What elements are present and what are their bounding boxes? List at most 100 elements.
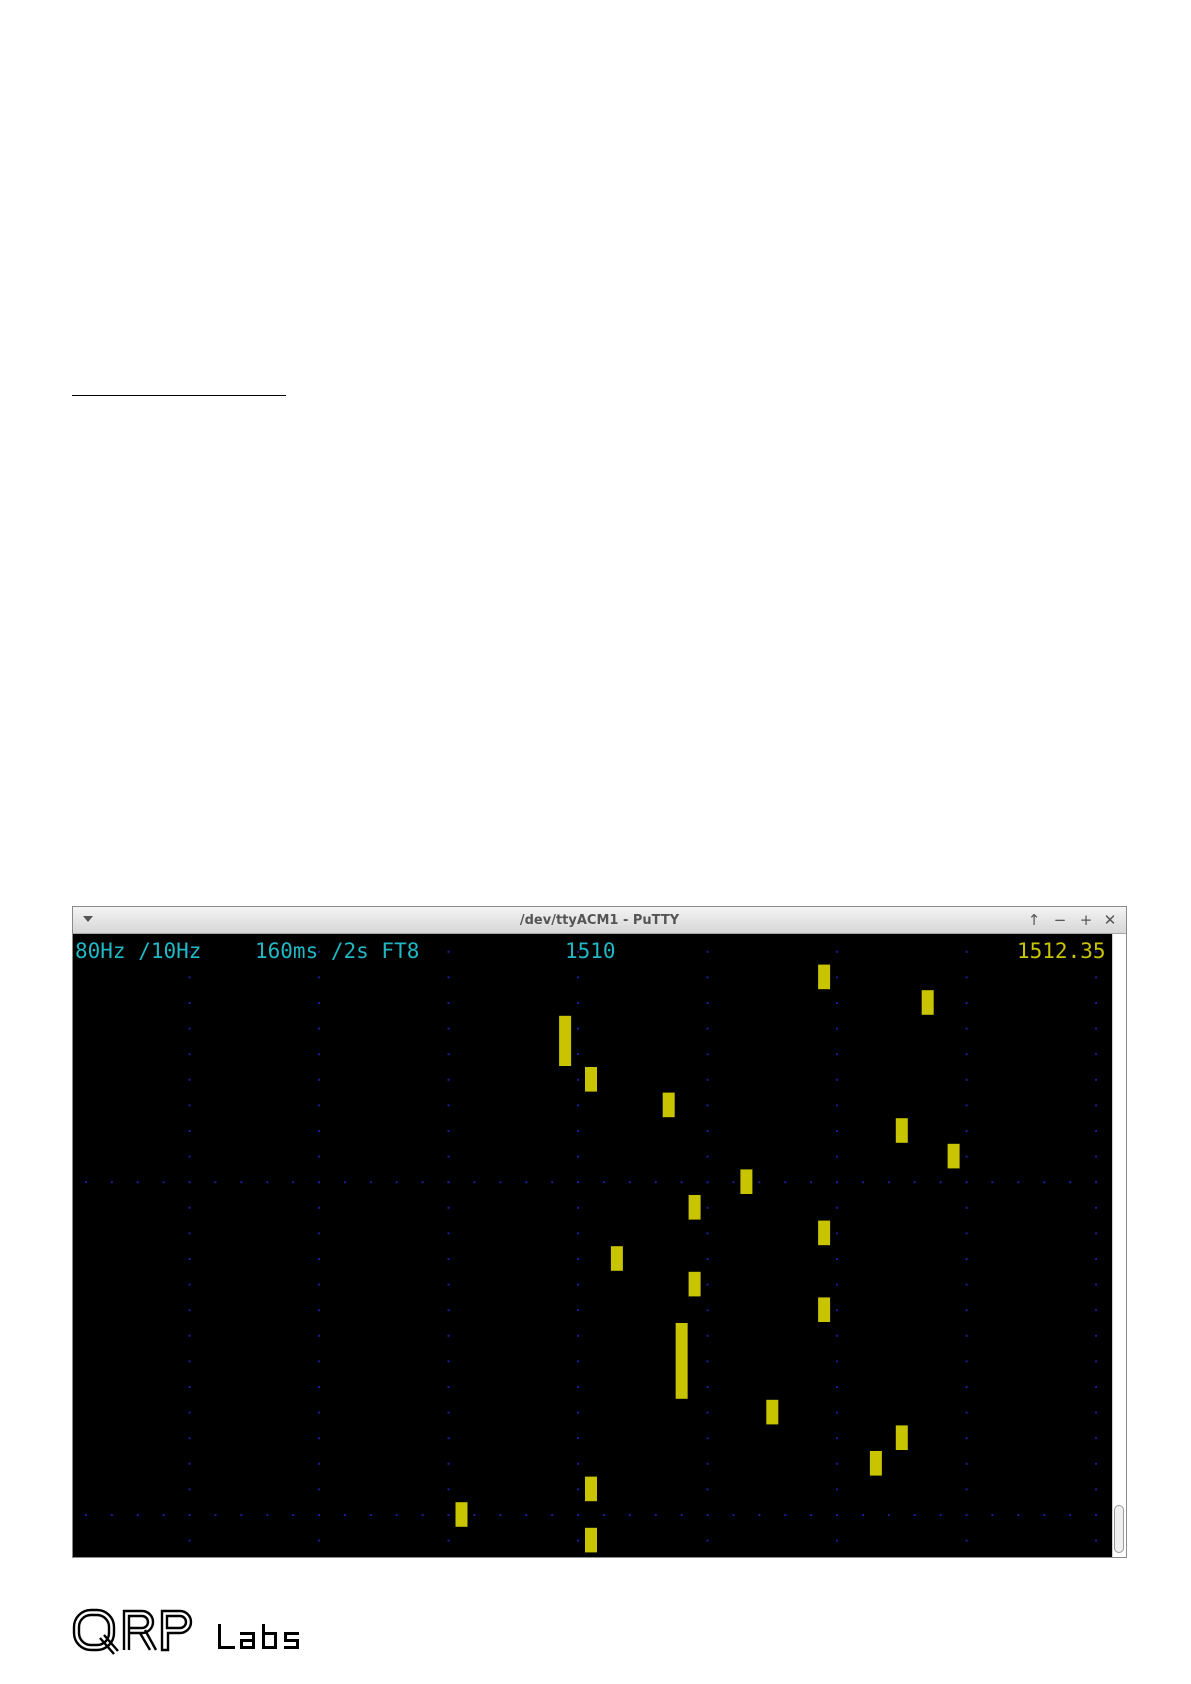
grid-dot xyxy=(836,1283,839,1286)
grid-dot xyxy=(628,1181,631,1184)
grid-dot xyxy=(1069,1514,1072,1516)
grid-dot xyxy=(1095,1386,1098,1388)
signal-block xyxy=(610,1246,623,1271)
grid-dot xyxy=(447,1283,450,1286)
signal-block xyxy=(662,1092,675,1118)
grid-dot xyxy=(836,1258,839,1260)
signal-block xyxy=(675,1323,688,1399)
terminal-screen[interactable]: 80Hz /10Hz 160ms /2s FT8 1510 1512.35 xyxy=(73,934,1113,1557)
grid-dot xyxy=(965,1411,968,1414)
grid-dot xyxy=(836,1462,839,1465)
grid-dot xyxy=(318,1283,321,1286)
grid-dot xyxy=(318,1258,321,1260)
grid-dot xyxy=(836,1539,839,1542)
grid-dot xyxy=(836,1488,839,1491)
grid-dot xyxy=(732,1181,735,1184)
grid-dot xyxy=(447,1181,450,1184)
grid-dot xyxy=(292,1181,295,1184)
grid-dot xyxy=(706,1181,709,1184)
grid-dot xyxy=(706,1334,709,1337)
grid-dot xyxy=(447,1539,450,1542)
grid-dot xyxy=(784,1181,787,1184)
putty-terminal-window[interactable]: /dev/ttyACM1 - PuTTY ↑ − + ✕ 80Hz /10Hz … xyxy=(72,906,1127,1558)
grid-dot xyxy=(1095,1181,1098,1184)
grid-dot xyxy=(1095,1411,1098,1414)
grid-dot xyxy=(628,1514,631,1516)
grid-dot xyxy=(318,1539,321,1542)
grid-dot xyxy=(836,1386,839,1388)
grid-dot xyxy=(110,1514,113,1516)
grid-dot xyxy=(240,1514,243,1516)
grid-dot xyxy=(965,1002,968,1004)
grid-dot xyxy=(447,1309,450,1312)
grid-dot xyxy=(499,1514,502,1516)
grid-dot xyxy=(266,1181,269,1184)
grid-dot xyxy=(318,976,321,979)
close-icon[interactable]: ✕ xyxy=(1100,910,1120,930)
grid-dot xyxy=(706,1258,709,1260)
grid-dot xyxy=(887,1181,890,1184)
grid-dot xyxy=(447,1258,450,1260)
grid-dot xyxy=(965,1283,968,1286)
signal-block xyxy=(895,1425,908,1450)
signal-block xyxy=(585,1527,597,1553)
grid-dot xyxy=(577,1002,580,1004)
grid-dot xyxy=(965,1539,968,1542)
grid-dot xyxy=(188,1334,191,1337)
grid-dot xyxy=(913,1181,916,1184)
grid-dot xyxy=(188,1104,191,1107)
signal-block xyxy=(740,1169,753,1194)
scrollbar-thumb[interactable] xyxy=(1114,1505,1124,1553)
grid-dot xyxy=(1043,1514,1046,1516)
grid-dot xyxy=(421,1514,424,1516)
grid-dot xyxy=(162,1514,165,1516)
terminal-scrollbar[interactable] xyxy=(1112,934,1126,1557)
grid-dot xyxy=(318,1155,321,1158)
grid-dot xyxy=(1043,1181,1046,1184)
window-titlebar[interactable]: /dev/ttyACM1 - PuTTY ↑ − + ✕ xyxy=(73,907,1126,934)
signal-block xyxy=(947,1143,960,1169)
grid-dot xyxy=(214,1181,217,1184)
signal-block xyxy=(688,1195,701,1220)
grid-dot xyxy=(758,1514,761,1516)
grid-dot xyxy=(836,1078,839,1081)
grid-dot xyxy=(188,1053,191,1056)
grid-dot xyxy=(447,1334,450,1337)
grid-dot xyxy=(525,1514,528,1516)
grid-dot xyxy=(577,1539,580,1542)
raise-window-icon[interactable]: ↑ xyxy=(1024,910,1044,930)
grid-dot xyxy=(188,1386,191,1388)
grid-dot xyxy=(836,1309,839,1312)
grid-dot xyxy=(551,1514,554,1516)
minimize-icon[interactable]: − xyxy=(1050,910,1070,930)
grid-dot xyxy=(395,1181,398,1184)
grid-dot xyxy=(810,1181,813,1184)
grid-dot xyxy=(732,1514,735,1516)
grid-dot xyxy=(965,1309,968,1312)
grid-dot xyxy=(577,1462,580,1465)
grid-dot xyxy=(706,1078,709,1081)
grid-dot xyxy=(706,1437,709,1440)
grid-dot xyxy=(861,1181,864,1184)
signal-block xyxy=(921,990,934,1015)
grid-dot xyxy=(1095,1232,1098,1235)
grid-dot xyxy=(706,1488,709,1491)
grid-dot xyxy=(318,1232,321,1235)
grid-dot xyxy=(680,1514,683,1516)
grid-dot xyxy=(577,1437,580,1440)
grid-dot xyxy=(318,1309,321,1312)
grid-dot xyxy=(188,1539,191,1542)
grid-dot xyxy=(706,1002,709,1004)
grid-dot xyxy=(913,1514,916,1516)
grid-dot xyxy=(577,1155,580,1158)
grid-dot xyxy=(136,1181,139,1184)
grid-dot xyxy=(188,1232,191,1235)
grid-dot xyxy=(965,1155,968,1158)
grid-dot xyxy=(836,1155,839,1158)
grid-dot xyxy=(318,1386,321,1388)
grid-dot xyxy=(318,1462,321,1465)
maximize-icon[interactable]: + xyxy=(1076,910,1096,930)
grid-dot xyxy=(447,1411,450,1414)
grid-dot xyxy=(188,1488,191,1491)
grid-dot xyxy=(188,1514,191,1516)
